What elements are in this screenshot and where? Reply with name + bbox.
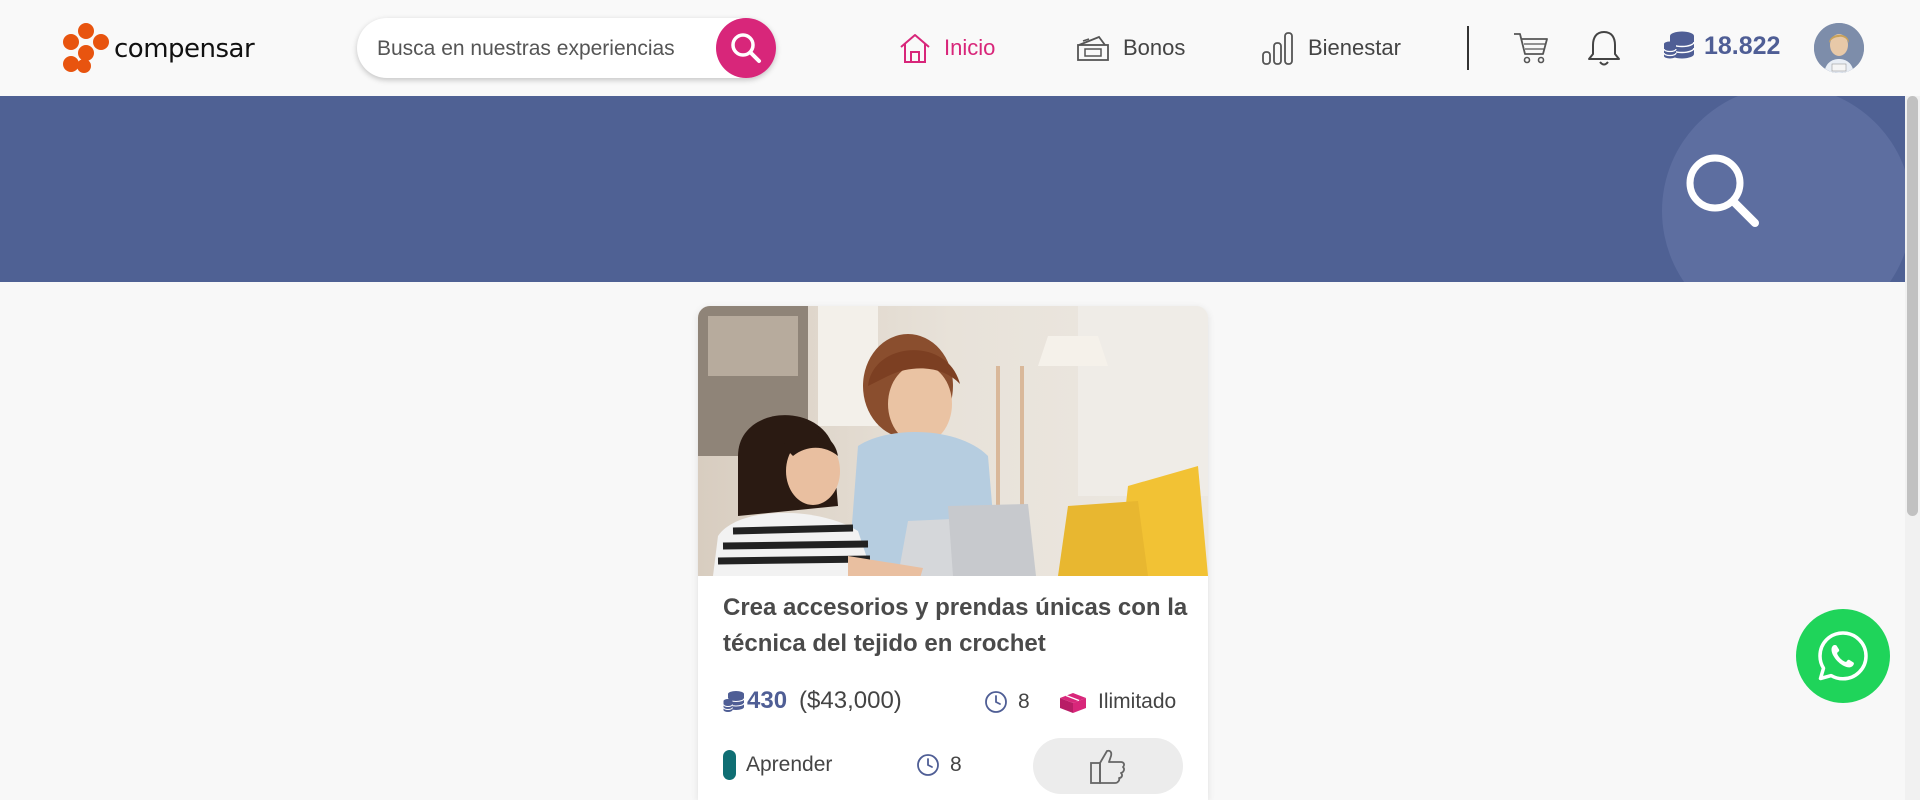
whatsapp-icon — [1818, 631, 1868, 681]
points-balance[interactable]: 18.822 — [1662, 30, 1780, 62]
category-tag: Aprender — [723, 750, 832, 780]
nav-bonos-label: Bonos — [1123, 35, 1186, 60]
top-header: compensar Inicio Bonos — [0, 0, 1920, 96]
compensar-logo-mark — [63, 23, 109, 73]
experience-image[interactable] — [698, 306, 1208, 576]
like-button[interactable] — [1033, 738, 1183, 794]
search-icon — [731, 33, 761, 63]
avatar-icon — [1814, 23, 1864, 73]
duration-info: 8 — [984, 690, 1030, 714]
clock-icon — [985, 691, 1007, 713]
coins-stack-icon — [723, 691, 745, 712]
category-color-bar — [723, 750, 736, 780]
banner-search-button[interactable] — [1678, 146, 1762, 235]
logo-text: compensar — [114, 34, 255, 64]
nav-inicio[interactable]: Inicio — [898, 28, 995, 68]
search-box — [357, 18, 776, 78]
secondary-duration-info: 8 — [916, 753, 962, 777]
nav-inicio-label: Inicio — [944, 35, 996, 60]
clock-icon — [917, 754, 939, 776]
nav-bienestar[interactable]: Bienestar — [1260, 28, 1401, 68]
bell-icon — [1588, 31, 1620, 66]
home-icon — [900, 34, 930, 63]
price-points: 430 — [747, 687, 788, 714]
page-scrollbar[interactable] — [1905, 96, 1920, 800]
experience-card[interactable]: Crea accesorios y prendas únicas con la … — [698, 306, 1208, 800]
coins-stack-icon — [1663, 31, 1695, 59]
bar-chart-icon — [1262, 32, 1293, 65]
hero-banner — [0, 96, 1905, 282]
whatsapp-button[interactable] — [1796, 609, 1890, 703]
nav-bonos[interactable]: Bonos — [1075, 28, 1185, 68]
price-row: 430 ($43,000) — [723, 687, 902, 715]
user-avatar[interactable] — [1814, 23, 1864, 73]
price-cop: ($43,000) — [799, 687, 902, 714]
header-divider — [1467, 26, 1469, 70]
experience-title[interactable]: Crea accesorios y prendas únicas con la … — [723, 590, 1193, 662]
voucher-icon — [1077, 35, 1109, 61]
cart-button[interactable] — [1512, 28, 1550, 71]
search-button[interactable] — [716, 18, 776, 78]
notifications-button[interactable] — [1585, 28, 1623, 73]
secondary-duration-value: 8 — [950, 753, 962, 776]
search-icon — [1686, 154, 1759, 227]
shopping-cart-icon — [1514, 33, 1548, 64]
scrollbar-thumb[interactable] — [1907, 96, 1918, 516]
availability-info: Ilimitado — [1058, 690, 1176, 714]
search-input[interactable] — [375, 30, 709, 68]
availability-value: Ilimitado — [1098, 690, 1177, 713]
points-balance-value: 18.822 — [1704, 31, 1781, 60]
nav-bienestar-label: Bienestar — [1308, 35, 1401, 60]
category-label: Aprender — [746, 753, 833, 776]
duration-value: 8 — [1018, 690, 1030, 713]
gift-box-icon — [1060, 693, 1086, 713]
compensar-logo[interactable]: compensar — [60, 22, 255, 74]
thumbs-up-icon — [1090, 749, 1125, 784]
